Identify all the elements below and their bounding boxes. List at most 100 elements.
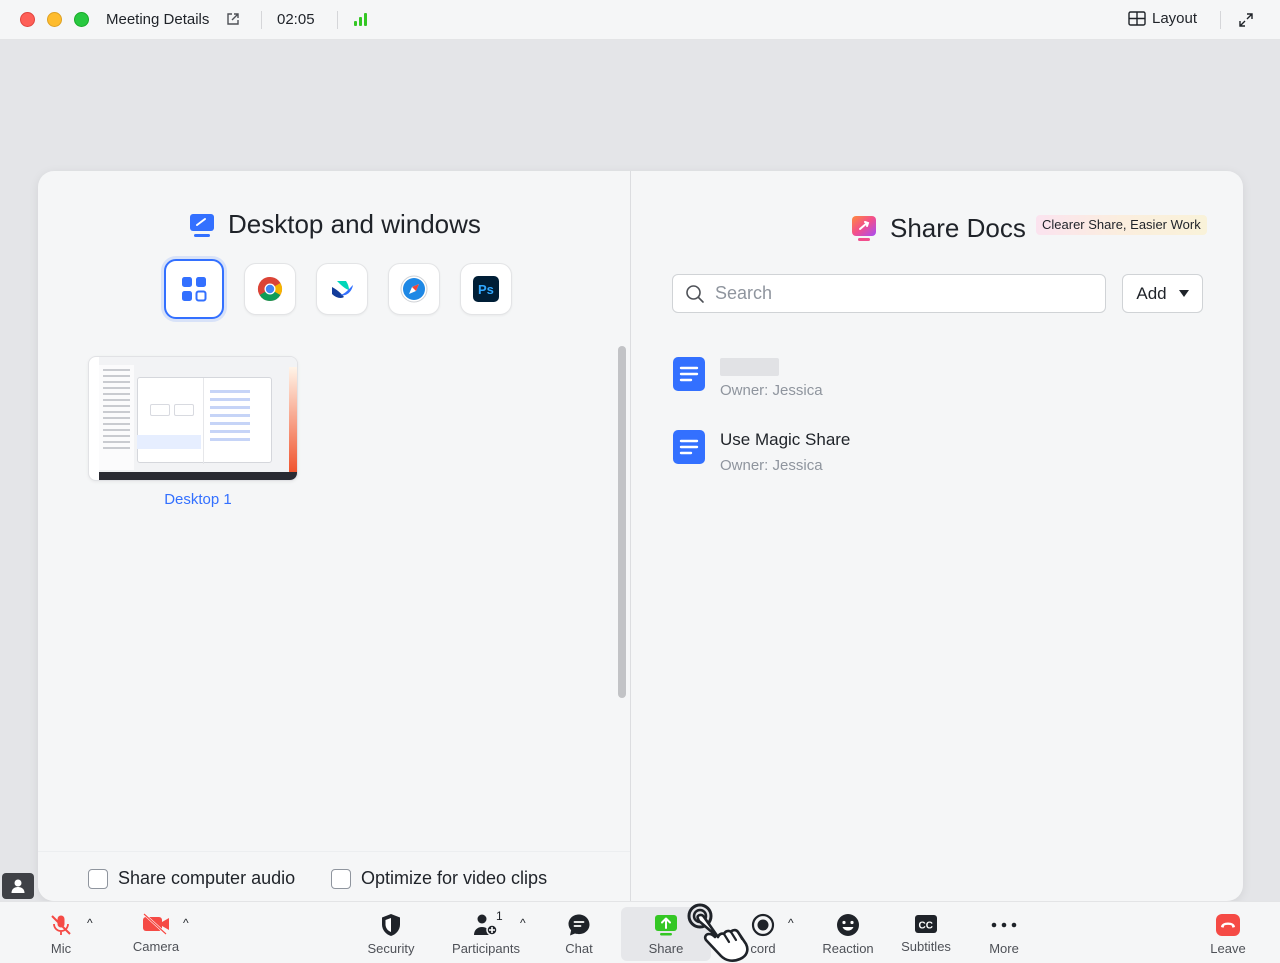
meeting-details-link[interactable]: Meeting Details (106, 11, 209, 28)
document-icon (673, 357, 705, 391)
security-label: Security (367, 941, 415, 956)
chrome-icon (257, 277, 283, 302)
share-label: Share (648, 941, 684, 956)
minimize-window-button[interactable] (47, 12, 62, 27)
share-docs-title: Share Docs (890, 213, 1026, 243)
photoshop-icon: Ps (473, 276, 499, 302)
leave-button[interactable]: Leave (1206, 907, 1250, 961)
desktop-share-icon (190, 213, 214, 237)
reaction-label: Reaction (822, 941, 874, 956)
titlebar-divider (337, 11, 338, 29)
doc-title: Use Magic Share (720, 430, 851, 449)
desktop-preview-image (99, 357, 297, 480)
mic-button[interactable]: Mic (46, 907, 76, 961)
person-icon (11, 879, 25, 893)
meeting-timer: 02:05 (277, 11, 315, 28)
all-windows-icon (182, 277, 207, 302)
titlebar-divider (261, 11, 262, 29)
participants-button[interactable]: Participants (447, 907, 525, 961)
mic-muted-icon (51, 915, 71, 935)
zoom-window-button[interactable] (74, 12, 89, 27)
share-screen-dialog: Desktop and windows Ps Desktop 1 Share c… (38, 171, 1243, 901)
camera-label: Camera (132, 939, 180, 954)
mic-options-caret[interactable]: ^ (87, 916, 93, 930)
desktop-1-label[interactable]: Desktop 1 (88, 491, 308, 508)
network-signal-icon[interactable] (354, 13, 367, 26)
optimize-video-checkbox[interactable] (331, 868, 351, 889)
fullscreen-icon[interactable] (1238, 12, 1254, 33)
camera-off-icon (143, 913, 169, 935)
doc-list-item[interactable]: Owner: Jessica (672, 356, 823, 399)
optimize-video-option[interactable]: Optimize for video clips (331, 868, 547, 889)
share-audio-label: Share computer audio (118, 868, 296, 888)
chat-label: Chat (565, 941, 593, 956)
mic-label: Mic (50, 941, 72, 956)
record-options-caret[interactable]: ^ (788, 916, 794, 930)
pointer-hand-cursor (687, 903, 749, 962)
chrome-filter[interactable] (244, 263, 296, 315)
more-label: More (989, 941, 1019, 956)
smiley-icon (837, 914, 859, 936)
subtitles-label: Subtitles (901, 939, 951, 954)
participants-count: 1 (496, 909, 503, 923)
doc-owner: Owner: Jessica (720, 457, 823, 474)
participants-options-caret[interactable]: ^ (520, 916, 526, 930)
cc-icon: CC (915, 915, 937, 933)
subtitles-button[interactable]: CC Subtitles (897, 907, 955, 961)
app-filter-row: Ps (164, 259, 512, 319)
add-doc-button[interactable]: Add (1122, 274, 1203, 313)
window-controls (20, 12, 89, 27)
docs-search-input[interactable] (715, 283, 1075, 304)
self-view-avatar[interactable] (2, 873, 34, 899)
layout-icon (1128, 11, 1146, 26)
panel-divider (630, 171, 631, 901)
search-icon (686, 284, 704, 303)
photoshop-filter[interactable]: Ps (460, 263, 512, 315)
all-windows-filter[interactable] (164, 259, 224, 319)
title-bar: Meeting Details 02:05 Layout (0, 0, 1280, 40)
feishu-filter[interactable] (316, 263, 368, 315)
chat-button[interactable]: Chat (560, 907, 598, 961)
share-screen-icon (655, 915, 677, 936)
layout-button[interactable]: Layout (1128, 10, 1197, 27)
add-doc-label: Add (1136, 283, 1167, 303)
share-docs-icon (852, 215, 876, 241)
chat-icon (568, 914, 590, 936)
camera-options-caret[interactable]: ^ (183, 916, 189, 930)
share-docs-heading: Share Docs (850, 213, 1026, 244)
desktop-1-thumbnail[interactable] (88, 356, 298, 481)
desktop-windows-title: Desktop and windows (228, 209, 481, 239)
share-out-icon[interactable] (226, 12, 240, 31)
titlebar-divider (1220, 11, 1221, 29)
safari-icon (400, 275, 428, 303)
security-button[interactable]: Security (362, 907, 420, 961)
leave-label: Leave (1210, 941, 1246, 956)
close-window-button[interactable] (20, 12, 35, 27)
doc-title-redacted (720, 358, 779, 376)
docs-search-box[interactable] (672, 274, 1106, 313)
hang-up-icon (1216, 914, 1240, 936)
svg-text:Ps: Ps (478, 282, 494, 297)
safari-filter[interactable] (388, 263, 440, 315)
more-button[interactable]: More (984, 907, 1024, 961)
desktop-windows-heading: Desktop and windows (188, 209, 481, 240)
shield-icon (382, 914, 400, 936)
chevron-down-icon (1178, 290, 1189, 297)
share-audio-option[interactable]: Share computer audio (88, 868, 295, 889)
share-docs-tagline: Clearer Share, Easier Work (1036, 215, 1207, 235)
participants-label: Participants (452, 941, 520, 956)
layout-label: Layout (1152, 10, 1198, 27)
left-panel-scrollbar[interactable] (618, 346, 626, 698)
optimize-video-label: Optimize for video clips (361, 868, 548, 888)
more-dots-icon (991, 922, 1017, 928)
camera-button[interactable]: Camera (130, 907, 182, 961)
doc-list-item[interactable]: Use Magic Share Owner: Jessica (672, 429, 850, 474)
share-options-footer: Share computer audio Optimize for video … (38, 851, 630, 901)
document-icon (673, 430, 705, 464)
meeting-toolbar: Mic ^ Camera ^ Security Participants 1 ^… (0, 901, 1280, 963)
feishu-icon (332, 281, 353, 298)
share-audio-checkbox[interactable] (88, 868, 108, 889)
doc-owner: Owner: Jessica (720, 382, 823, 399)
svg-text:CC: CC (919, 921, 933, 932)
reaction-button[interactable]: Reaction (818, 907, 878, 961)
